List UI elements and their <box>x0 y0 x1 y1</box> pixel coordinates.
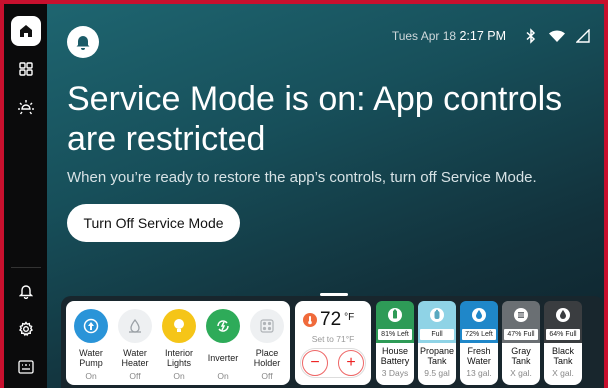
control-state: Off <box>261 371 273 381</box>
bell-icon <box>76 36 90 50</box>
service-mode-badge <box>67 26 99 58</box>
quick-controls-card: Water Pump On Water Heater Off Interior … <box>66 301 290 385</box>
status-time: 2:17 PM <box>459 29 506 43</box>
control-inverter[interactable]: Inverter On <box>201 309 245 381</box>
lightbulb-icon <box>162 309 196 343</box>
bell-icon <box>18 285 33 299</box>
page-title: Service Mode is on: App controls are res… <box>67 80 563 158</box>
thermostat-reading: 72 °F <box>303 309 354 331</box>
tank-detail: X gal. <box>510 368 532 378</box>
tank-house-battery[interactable]: 81% Left House Battery 3 Days <box>376 301 414 385</box>
status-date: Tues Apr 18 <box>391 29 457 43</box>
keyboard-icon <box>17 360 34 374</box>
sidebar-item-lighting[interactable] <box>11 92 41 122</box>
thermostat-unit: °F <box>344 311 355 323</box>
thermometer-icon <box>303 313 317 327</box>
inverter-icon <box>206 309 240 343</box>
turn-off-service-mode-button[interactable]: Turn Off Service Mode <box>67 204 240 242</box>
grid-icon <box>18 62 33 76</box>
increase-temp-button[interactable]: + <box>338 350 364 376</box>
thermostat-stepper: − + <box>300 348 366 378</box>
placeholder-icon <box>250 309 284 343</box>
water-heater-icon <box>118 309 152 343</box>
tank-name: Propane Tank <box>419 346 455 366</box>
tank-detail: 13 gal. <box>466 368 492 378</box>
sidebar-item-home[interactable] <box>10 16 41 46</box>
water-drop-icon <box>472 308 486 322</box>
control-tray: Water Pump On Water Heater Off Interior … <box>61 296 604 388</box>
wifi-icon[interactable] <box>548 29 566 43</box>
tank-propane[interactable]: Full Propane Tank 9.5 gal <box>418 301 456 385</box>
control-water-heater[interactable]: Water Heater Off <box>113 309 157 381</box>
gray-tank-icon <box>514 308 528 322</box>
bluetooth-icon[interactable] <box>524 28 538 44</box>
status-bar: Tues Apr 18 2:17 PM <box>392 28 590 44</box>
page-subtitle: When you’re ready to restore the app’s c… <box>67 169 537 186</box>
tank-detail: 9.5 gal <box>424 368 450 378</box>
tank-level: Full <box>420 329 454 340</box>
propane-icon <box>430 308 444 322</box>
thermostat-card[interactable]: 72 °F Set to 71°F − + <box>295 301 371 385</box>
control-water-pump[interactable]: Water Pump On <box>69 309 113 381</box>
tank-level: 81% Left <box>378 329 412 340</box>
gear-icon <box>18 321 33 337</box>
sidebar <box>4 4 47 388</box>
tank-name: Black Tank <box>551 346 574 366</box>
decrease-temp-button[interactable]: − <box>302 350 328 376</box>
control-label: Water Heater <box>121 348 149 368</box>
control-place-holder[interactable]: Place Holder Off <box>245 309 289 381</box>
tank-level: 64% Full <box>546 329 580 340</box>
sidebar-item-keypad[interactable] <box>11 352 41 382</box>
tank-gray[interactable]: 47% Full Gray Tank X gal. <box>502 301 540 385</box>
sidebar-divider <box>10 267 41 268</box>
thermostat-temp: 72 <box>320 309 342 330</box>
home-icon <box>19 25 32 37</box>
tank-black[interactable]: 64% Full Black Tank X gal. <box>544 301 582 385</box>
control-label: Place Holder <box>253 348 281 368</box>
tank-fresh-water[interactable]: 72% Left Fresh Water 13 gal. <box>460 301 498 385</box>
sun-icon <box>17 100 34 115</box>
signal-icon[interactable] <box>576 29 590 43</box>
app-frame: Tues Apr 18 2:17 PM Service Mode is on: … <box>4 4 604 388</box>
control-state: On <box>85 371 97 381</box>
battery-icon <box>388 308 402 322</box>
control-label: Interior Lights <box>164 348 193 368</box>
tank-name: Fresh Water <box>467 346 491 366</box>
tank-level: 72% Left <box>462 329 496 340</box>
sidebar-item-settings[interactable] <box>11 314 41 344</box>
control-interior-lights[interactable]: Interior Lights On <box>157 309 201 381</box>
control-state: On <box>217 371 229 381</box>
control-label: Inverter <box>207 353 239 363</box>
tank-name: House Battery <box>380 346 410 366</box>
control-state: On <box>173 371 185 381</box>
sidebar-item-alerts[interactable] <box>11 276 41 306</box>
control-state: Off <box>129 371 141 381</box>
tank-detail: X gal. <box>552 368 574 378</box>
main-panel: Tues Apr 18 2:17 PM Service Mode is on: … <box>47 4 604 388</box>
control-label: Water Pump <box>79 348 103 368</box>
black-tank-icon <box>556 308 570 322</box>
tank-name: Gray Tank <box>511 346 531 366</box>
tank-detail: 3 Days <box>381 368 409 378</box>
water-pump-icon <box>74 309 108 343</box>
sidebar-item-dashboard[interactable] <box>11 54 41 84</box>
tank-level: 47% Full <box>504 329 538 340</box>
thermostat-setpoint: Set to 71°F <box>311 334 355 344</box>
